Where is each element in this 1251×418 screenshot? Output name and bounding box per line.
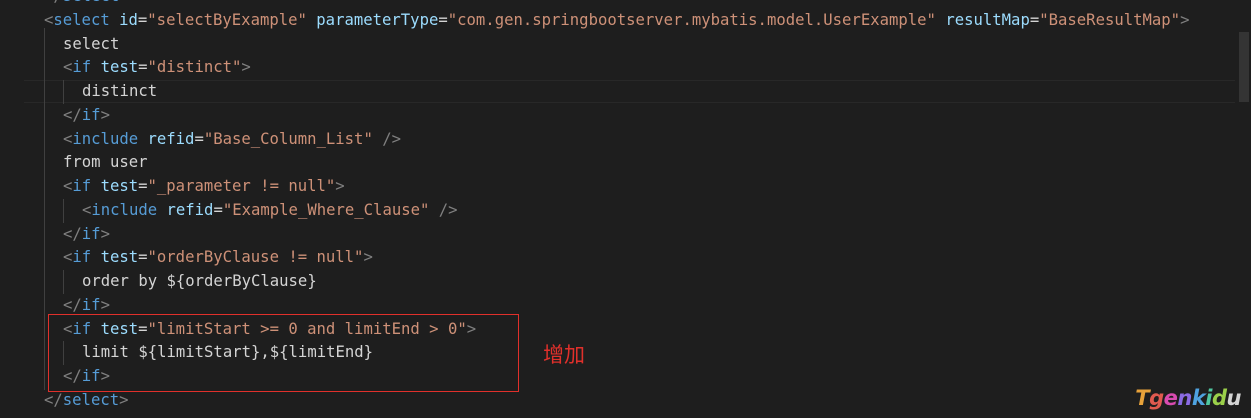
code-token: distinct bbox=[82, 82, 158, 100]
code-token: /> bbox=[372, 130, 402, 148]
code-token: > bbox=[100, 106, 110, 124]
code-token: </ bbox=[63, 296, 82, 314]
code-token: "distinct" bbox=[147, 58, 242, 76]
highlight-box bbox=[48, 314, 519, 392]
code-token: select bbox=[53, 11, 110, 29]
code-token: </ bbox=[44, 391, 63, 409]
code-token: = bbox=[138, 248, 148, 266]
indent-guide bbox=[63, 270, 64, 294]
code-line[interactable]: </if> bbox=[63, 104, 110, 128]
code-token: include bbox=[91, 201, 158, 219]
code-token: test bbox=[100, 248, 139, 266]
code-token: "selectByExample" bbox=[147, 11, 307, 29]
code-token: > bbox=[241, 58, 251, 76]
code-token: select bbox=[63, 35, 120, 53]
code-line[interactable]: <if test="distinct"> bbox=[63, 56, 251, 80]
code-token: > bbox=[100, 296, 110, 314]
code-token: = bbox=[137, 11, 148, 29]
code-token: "orderByClause != null" bbox=[147, 248, 364, 266]
code-token: order by ${orderByClause} bbox=[82, 272, 317, 290]
code-token: test bbox=[100, 58, 139, 76]
code-token: include bbox=[72, 130, 139, 148]
code-token: > bbox=[100, 225, 110, 243]
code-token: parameterType bbox=[316, 11, 439, 29]
code-token: if bbox=[81, 296, 101, 314]
code-token: select bbox=[62, 391, 120, 409]
code-token: select bbox=[63, 0, 119, 5]
code-token: = bbox=[438, 11, 448, 29]
indent-guide bbox=[63, 80, 64, 104]
code-token: refid bbox=[147, 130, 195, 148]
code-line[interactable]: from user bbox=[63, 151, 148, 175]
vertical-scrollbar[interactable] bbox=[1237, 0, 1251, 418]
code-token: < bbox=[63, 177, 73, 195]
code-token: < bbox=[63, 58, 73, 76]
code-token: < bbox=[63, 248, 73, 266]
code-token: test bbox=[100, 177, 139, 195]
code-token: from user bbox=[63, 153, 148, 171]
indent-guide bbox=[63, 199, 64, 223]
code-token: < bbox=[44, 11, 54, 29]
code-line[interactable]: distinct bbox=[82, 80, 157, 104]
code-token: if bbox=[81, 225, 101, 243]
indent-guide bbox=[44, 28, 45, 390]
code-token: if bbox=[72, 177, 92, 195]
code-token: = bbox=[138, 177, 148, 195]
code-token: /> bbox=[429, 201, 458, 219]
code-line[interactable]: <select id="selectByExample" parameterTy… bbox=[44, 9, 1189, 33]
code-token: "com.gen.springbootserver.mybatis.model.… bbox=[447, 11, 936, 29]
code-token: < bbox=[63, 130, 73, 148]
code-line[interactable]: </select> bbox=[44, 389, 129, 413]
watermark-logo: Tgenkidu bbox=[1135, 386, 1241, 410]
code-token: refid bbox=[166, 201, 214, 219]
code-token: "Base_Column_List" bbox=[203, 130, 373, 148]
code-token: < bbox=[82, 201, 92, 219]
scrollbar-thumb[interactable] bbox=[1239, 32, 1249, 102]
code-token: > bbox=[363, 248, 373, 266]
code-editor[interactable]: </select><select id="selectByExample" pa… bbox=[0, 0, 1251, 418]
code-line[interactable]: </if> bbox=[63, 223, 110, 247]
code-line[interactable]: <if test="_parameter != null"> bbox=[63, 175, 345, 199]
code-token: </ bbox=[63, 106, 82, 124]
code-token: > bbox=[119, 0, 128, 5]
code-token: if bbox=[72, 248, 92, 266]
code-line[interactable]: select bbox=[63, 33, 119, 57]
code-token: if bbox=[81, 106, 101, 124]
code-token: </ bbox=[44, 0, 63, 5]
annotation-label: 增加 bbox=[543, 343, 585, 367]
code-token: = bbox=[194, 130, 204, 148]
code-token: = bbox=[138, 58, 148, 76]
code-token: resultMap bbox=[945, 11, 1030, 29]
code-line[interactable]: <if test="orderByClause != null"> bbox=[63, 246, 373, 270]
code-token: </ bbox=[63, 225, 82, 243]
code-token: id bbox=[119, 11, 138, 29]
code-token: "Example_Where_Clause" bbox=[222, 201, 430, 219]
code-token: = bbox=[213, 201, 223, 219]
code-line[interactable]: </select> bbox=[44, 0, 129, 9]
code-token: "_parameter != null" bbox=[147, 177, 336, 195]
code-token: "BaseResultMap" bbox=[1039, 11, 1181, 29]
code-line[interactable]: <include refid="Base_Column_List" /> bbox=[63, 128, 401, 152]
code-line[interactable]: order by ${orderByClause} bbox=[82, 270, 317, 294]
code-token: > bbox=[1180, 11, 1190, 29]
code-line[interactable]: <include refid="Example_Where_Clause" /> bbox=[82, 199, 458, 223]
code-token: > bbox=[335, 177, 345, 195]
current-line-highlight bbox=[24, 80, 1235, 103]
code-token: > bbox=[119, 391, 129, 409]
code-token: = bbox=[1029, 11, 1040, 29]
code-token: if bbox=[72, 58, 92, 76]
